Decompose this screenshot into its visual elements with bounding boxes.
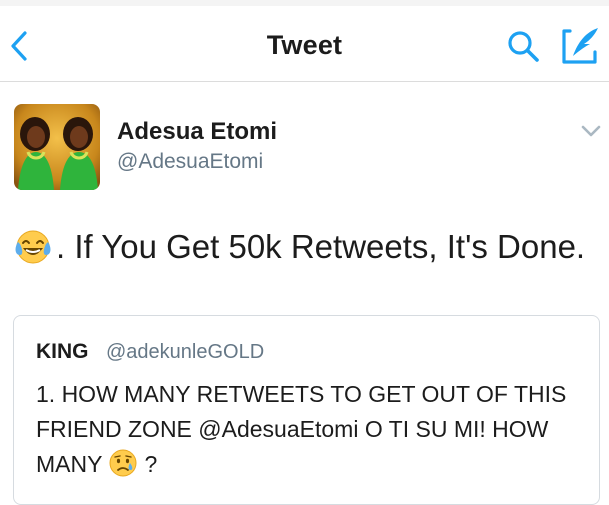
- quoted-tweet-text: 1. HOW MANY RETWEETS TO GET OUT OF THIS …: [36, 377, 581, 482]
- author-handle: @AdesuaEtomi: [117, 150, 264, 173]
- tweet-text: . If You Get 50k Retweets, It's Done.: [14, 228, 599, 266]
- quoted-author-handle: @adekunleGOLD: [106, 341, 265, 363]
- crying-laughing-emoji-icon: [15, 230, 51, 264]
- compose-button[interactable]: [560, 26, 600, 66]
- quoted-tweet-card[interactable]: KING @adekunleGOLD 1. HOW MANY RETWEETS …: [13, 315, 600, 505]
- tweet-options-button[interactable]: [576, 116, 606, 146]
- chevron-down-icon: [581, 125, 601, 137]
- tweet-text-content: . If You Get 50k Retweets, It's Done.: [56, 228, 586, 265]
- search-icon: [508, 31, 539, 62]
- avatar[interactable]: [14, 104, 100, 190]
- navigation-bar: Tweet: [0, 6, 609, 82]
- quoted-author-name: KING: [36, 340, 89, 363]
- quoted-text-end: ?: [144, 451, 158, 477]
- sad-relieved-face-emoji-icon: [109, 449, 137, 477]
- compose-icon: [562, 28, 598, 64]
- avatar-photo: [14, 104, 100, 190]
- author-name[interactable]: Adesua Etomi: [117, 118, 277, 146]
- search-button[interactable]: [505, 28, 541, 64]
